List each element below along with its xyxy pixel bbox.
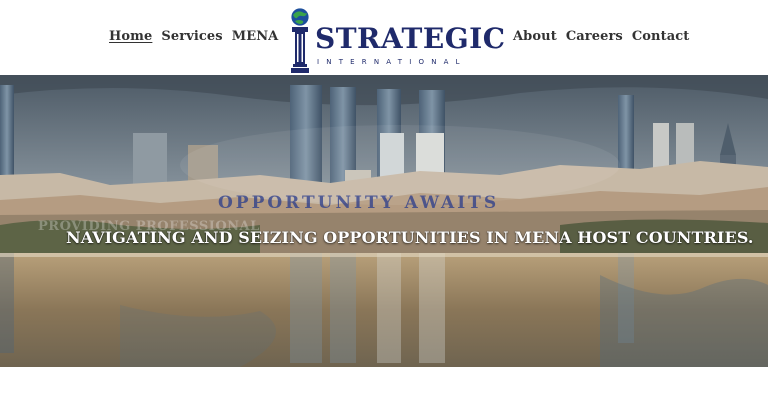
nav-contact[interactable]: Contact <box>632 29 690 44</box>
nav-services[interactable]: Services <box>161 29 222 44</box>
nav-about[interactable]: About <box>513 29 557 44</box>
nav-right: About Careers Contact <box>513 29 689 44</box>
site-logo[interactable]: STRATEGIC INTERNATIONAL <box>288 7 505 73</box>
nav-left: Home Services MENA <box>109 29 278 44</box>
hero-headline: NAVIGATING AND SEIZING OPPORTUNITIES IN … <box>66 228 754 247</box>
logo-wordmark: STRATEGIC <box>315 22 506 55</box>
pillar-icon <box>291 27 309 73</box>
hero-subheading: OPPORTUNITY AWAITS <box>218 193 500 213</box>
site-header: Home Services MENA STRATEGIC INTERNATION… <box>0 0 768 75</box>
hero-banner: OPPORTUNITY AWAITS PROVIDING PROFESSIONA… <box>0 75 768 367</box>
nav-careers[interactable]: Careers <box>566 29 623 44</box>
nav-home[interactable]: Home <box>109 29 152 44</box>
logo-subtitle: INTERNATIONAL <box>317 58 467 66</box>
globe-icon <box>290 7 310 27</box>
page-bottom <box>0 367 768 404</box>
nav-mena[interactable]: MENA <box>232 29 279 44</box>
